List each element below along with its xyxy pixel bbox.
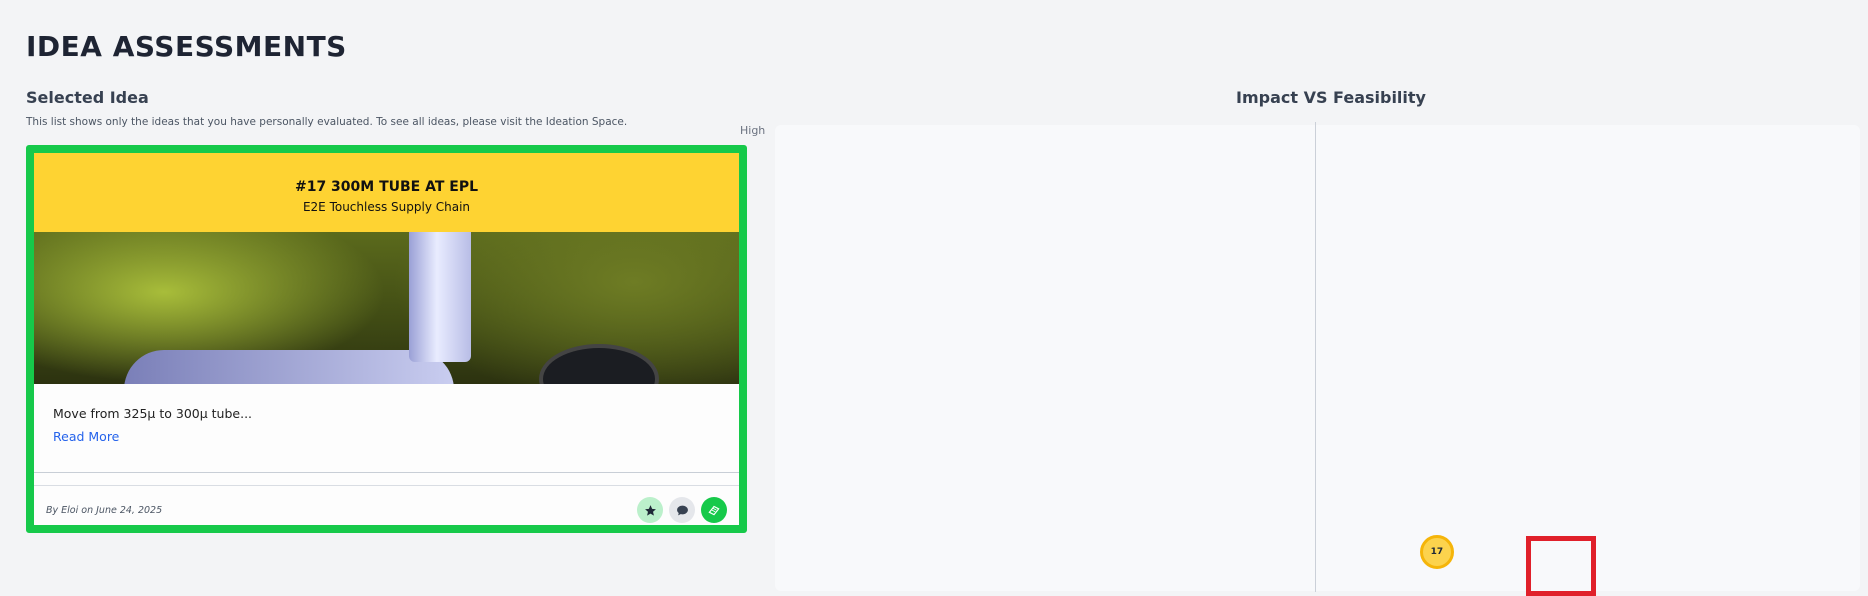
impact-feasibility-chart: 17 bbox=[775, 122, 1860, 592]
idea-image bbox=[34, 232, 739, 384]
chart-midline bbox=[1315, 122, 1316, 592]
idea-description: Move from 325µ to 300µ tube... bbox=[53, 406, 253, 421]
idea-point[interactable]: 17 bbox=[1419, 534, 1454, 569]
image-tube-curve bbox=[124, 350, 454, 384]
card-header: #17 300M TUBE AT EPL E2E Touchless Suppl… bbox=[34, 153, 739, 232]
chart-title: Impact VS Feasibility bbox=[1236, 88, 1426, 107]
page-title: IDEA ASSESSMENTS bbox=[26, 30, 347, 63]
idea-card[interactable]: #17 300M TUBE AT EPL E2E Touchless Suppl… bbox=[26, 145, 747, 533]
comment-icon bbox=[676, 505, 688, 515]
image-tube bbox=[409, 232, 471, 362]
idea-subtitle: E2E Touchless Supply Chain bbox=[302, 200, 471, 214]
comment-button[interactable] bbox=[669, 497, 695, 523]
card-actions bbox=[637, 497, 727, 523]
section-title: Selected Idea bbox=[26, 88, 149, 107]
evaluate-button[interactable] bbox=[701, 497, 727, 523]
favorite-button[interactable] bbox=[637, 497, 663, 523]
star-icon bbox=[644, 504, 656, 516]
highlight-box bbox=[1526, 536, 1596, 596]
card-body: Move from 325µ to 300µ tube... Read More bbox=[34, 384, 739, 472]
image-disc bbox=[539, 344, 659, 384]
idea-title: #17 300M TUBE AT EPL bbox=[294, 179, 479, 195]
axis-label-high: High bbox=[740, 124, 766, 137]
card-footer: By Eloi on June 24, 2025 bbox=[34, 485, 739, 533]
idea-byline: By Eloi on June 24, 2025 bbox=[46, 505, 163, 516]
read-more-link[interactable]: Read More bbox=[53, 429, 119, 444]
evaluate-icon bbox=[708, 505, 720, 516]
section-note: This list shows only the ideas that you … bbox=[26, 116, 628, 128]
card-divider bbox=[34, 472, 739, 473]
